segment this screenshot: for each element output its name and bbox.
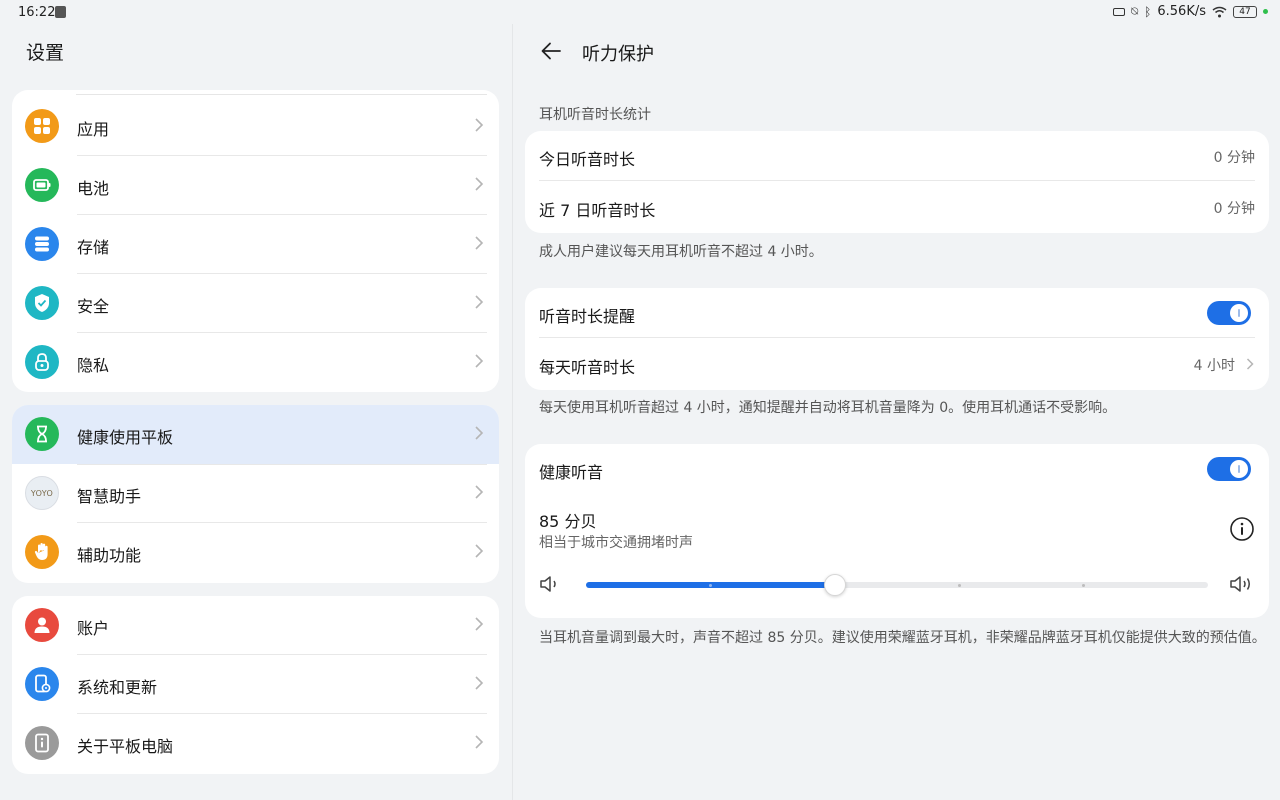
security-shield-icon — [25, 286, 59, 320]
sidebar-item-label: 隐私 — [77, 356, 110, 375]
reminder-toggle[interactable] — [1207, 301, 1251, 325]
reminder-label: 听音时长提醒 — [539, 307, 636, 326]
chevron-right-icon — [475, 177, 484, 191]
listening-stats-card: 今日听音时长 0 分钟 近 7 日听音时长 0 分钟 — [525, 131, 1269, 233]
healthy-listening-toggle[interactable] — [1207, 457, 1251, 481]
settings-group-3: 账户 系统和更新 关于平板电脑 — [12, 596, 499, 774]
page-title: 听力保护 — [582, 44, 654, 65]
battery-icon — [25, 168, 59, 202]
charging-dot — [1263, 9, 1268, 14]
volume-high-icon — [1230, 576, 1250, 592]
slider-tick — [1082, 584, 1086, 587]
chevron-right-icon — [1246, 358, 1254, 370]
sidebar-item-battery[interactable]: 电池 — [12, 156, 499, 215]
daily-limit-note: 每天使用耳机听音超过 4 小时，通知提醒并自动将耳机音量降为 0。使用耳机通话不… — [539, 400, 1117, 416]
reminder-row[interactable]: 听音时长提醒 — [525, 288, 1269, 338]
healthy-listening-row[interactable]: 健康听音 — [525, 444, 1269, 494]
yoyo-icon-text: YOYO — [30, 488, 54, 498]
sidebar-item-privacy[interactable]: 隐私 — [12, 333, 499, 392]
back-arrow-icon[interactable] — [539, 39, 563, 63]
chevron-right-icon — [475, 617, 484, 631]
sidebar-item-label: 应用 — [77, 120, 110, 139]
system-update-icon — [25, 667, 59, 701]
chevron-right-icon — [475, 485, 484, 499]
healthy-listening-card: 健康听音 85 分贝 相当于城市交通拥堵时声 — [525, 444, 1269, 618]
account-icon — [25, 608, 59, 642]
adult-recommendation-note: 成人用户建议每天用耳机听音不超过 4 小时。 — [539, 244, 823, 260]
decibel-description: 相当于城市交通拥堵时声 — [539, 535, 693, 551]
hand-icon — [25, 535, 59, 569]
max-volume-note: 当耳机音量调到最大时，声音不超过 85 分贝。建议使用荣耀蓝牙耳机，非荣耀品牌蓝… — [539, 630, 1266, 646]
settings-group-1: 应用 电池 存储 安全 隐私 — [12, 90, 499, 392]
bluetooth-icon: ᛒ — [1144, 4, 1152, 19]
chevron-right-icon — [475, 118, 484, 132]
chevron-right-icon — [475, 544, 484, 558]
slider-tick — [957, 584, 961, 587]
network-speed: 6.56K/s — [1157, 4, 1206, 19]
chevron-right-icon — [475, 354, 484, 368]
battery-indicator: 47 — [1233, 5, 1257, 18]
sidebar-item-label: 安全 — [77, 297, 110, 316]
hourglass-icon — [25, 417, 59, 451]
healthy-listening-label: 健康听音 — [539, 463, 604, 482]
week-listening-label: 近 7 日听音时长 — [539, 201, 656, 220]
sidebar-item-label: 辅助功能 — [77, 546, 142, 565]
apps-icon — [25, 109, 59, 143]
sidebar-item-apps[interactable]: 应用 — [12, 97, 499, 156]
volume-low-icon — [540, 576, 556, 592]
chevron-right-icon — [475, 735, 484, 749]
today-listening-row: 今日听音时长 0 分钟 — [525, 131, 1269, 181]
sidebar-item-label: 关于平板电脑 — [77, 737, 174, 756]
sidebar-item-label: 存储 — [77, 238, 110, 257]
about-tablet-icon — [25, 726, 59, 760]
notification-icon — [55, 6, 66, 18]
listening-reminder-card: 听音时长提醒 每天听音时长 4 小时 — [525, 288, 1269, 390]
settings-group-2: 健康使用平板 YOYO 智慧助手 辅助功能 — [12, 405, 499, 583]
section-title: 耳机听音时长统计 — [539, 107, 651, 123]
today-listening-value: 0 分钟 — [1213, 150, 1255, 166]
yoyo-assistant-icon: YOYO — [25, 476, 59, 510]
chevron-right-icon — [475, 426, 484, 440]
sidebar-item-system-update[interactable]: 系统和更新 — [12, 655, 499, 714]
sidebar-item-storage[interactable]: 存储 — [12, 215, 499, 274]
wifi-icon — [1212, 6, 1227, 17]
slider-tick — [708, 584, 712, 587]
sidebar-item-label: 系统和更新 — [77, 678, 158, 697]
sidebar-item-label: 电池 — [77, 179, 110, 198]
slider-thumb[interactable] — [823, 574, 846, 596]
sidebar-item-label: 健康使用平板 — [77, 428, 174, 447]
chevron-right-icon — [475, 236, 484, 250]
status-time: 16:22 — [18, 5, 56, 20]
sidebar-item-label: 智慧助手 — [77, 487, 142, 506]
storage-icon — [25, 227, 59, 261]
sidebar-item-account[interactable]: 账户 — [12, 596, 499, 655]
sidebar-item-accessibility[interactable]: 辅助功能 — [12, 523, 499, 582]
volume-limit-slider[interactable] — [586, 574, 1208, 596]
sidebar-item-security[interactable]: 安全 — [12, 274, 499, 333]
daily-duration-value: 4 小时 — [1193, 358, 1235, 374]
daily-duration-row[interactable]: 每天听音时长 4 小时 — [525, 339, 1269, 389]
daily-duration-label: 每天听音时长 — [539, 358, 636, 377]
week-listening-value: 0 分钟 — [1213, 201, 1255, 217]
today-listening-label: 今日听音时长 — [539, 150, 636, 169]
sidebar-item-label: 账户 — [77, 619, 110, 638]
decibel-value: 85 分贝 — [539, 512, 597, 531]
status-icons: ⍉ ᛒ 6.56K/s 47 — [1112, 4, 1268, 19]
vibrate-mute-icon: ⍉ — [1130, 4, 1139, 18]
settings-sidebar: 设置 应用 电池 存储 安全 隐私 健康使用平板 YOYO 智慧助手 辅助功能 … — [0, 24, 512, 800]
sidebar-item-digital-balance[interactable]: 健康使用平板 — [12, 405, 499, 464]
sidebar-title: 设置 — [26, 42, 65, 64]
sidebar-item-about-tablet[interactable]: 关于平板电脑 — [12, 714, 499, 773]
keyboard-icon — [1112, 7, 1125, 16]
hearing-protection-page: 听力保护 耳机听音时长统计 今日听音时长 0 分钟 近 7 日听音时长 0 分钟… — [512, 24, 1280, 800]
info-icon[interactable] — [1229, 516, 1255, 542]
privacy-lock-icon — [25, 345, 59, 379]
chevron-right-icon — [475, 676, 484, 690]
status-bar: 16:22 ⍉ ᛒ 6.56K/s 47 — [0, 0, 1280, 24]
chevron-right-icon — [475, 295, 484, 309]
sidebar-item-smart-assistant[interactable]: YOYO 智慧助手 — [12, 464, 499, 523]
week-listening-row: 近 7 日听音时长 0 分钟 — [525, 182, 1269, 232]
